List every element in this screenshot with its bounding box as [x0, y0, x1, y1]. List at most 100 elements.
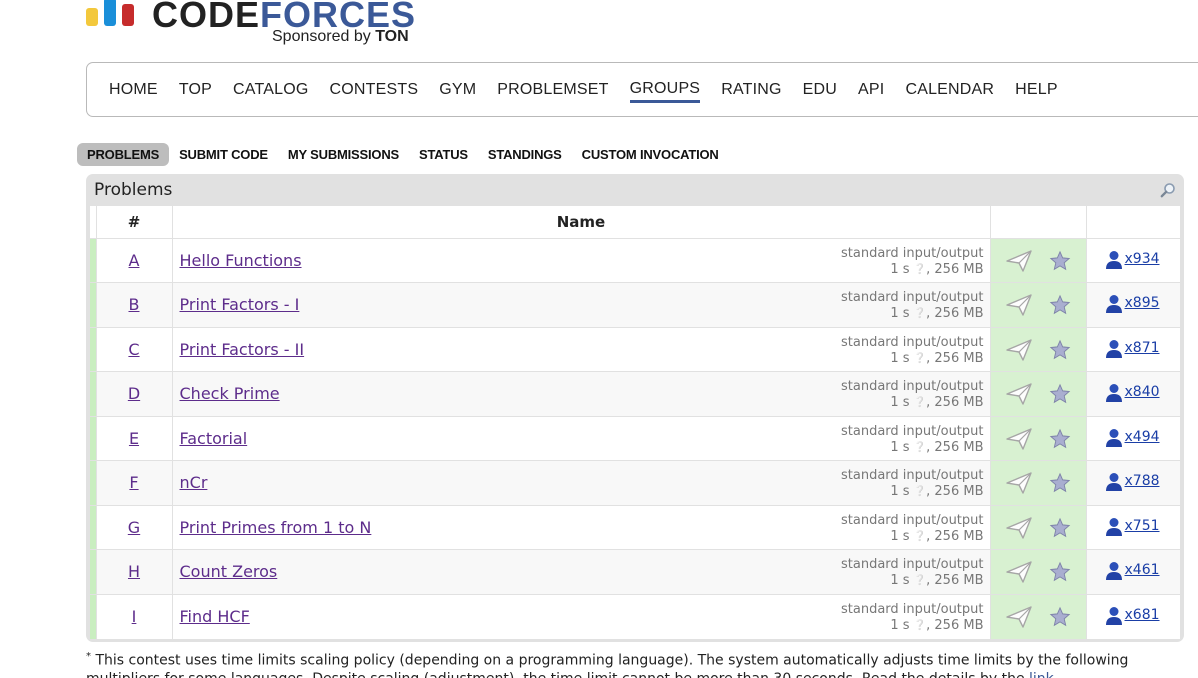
problem-name-link[interactable]: Print Primes from 1 to N — [180, 518, 372, 537]
menu-item-catalog[interactable]: CATALOG — [233, 78, 309, 102]
submit-paper-plane-icon[interactable] — [1005, 516, 1033, 544]
problem-name-link[interactable]: Print Factors - II — [180, 340, 305, 359]
tab-custom-invocation[interactable]: CUSTOM INVOCATION — [572, 143, 729, 166]
io-type: standard input/output — [841, 245, 984, 261]
codeforces-logo[interactable]: CODEFORCES Sponsored by TON — [86, 0, 446, 52]
help-question-icon[interactable]: ❔ — [914, 531, 926, 542]
submit-paper-plane-icon[interactable] — [1005, 605, 1033, 633]
solved-count-link[interactable]: x840 — [1125, 384, 1160, 400]
problem-index-link[interactable]: D — [128, 384, 140, 403]
problem-actions-cell — [989, 415, 1086, 461]
problem-index-link[interactable]: H — [128, 562, 140, 581]
problem-index-link[interactable]: A — [129, 251, 140, 270]
help-question-icon[interactable]: ❔ — [914, 264, 926, 275]
solved-count-link[interactable]: x895 — [1125, 295, 1160, 311]
help-question-icon[interactable]: ❔ — [914, 575, 926, 586]
submit-paper-plane-icon[interactable] — [1005, 382, 1033, 410]
details-link[interactable]: link — [1029, 671, 1054, 678]
problem-limits: standard input/output 1 s ❔, 256 MB — [841, 246, 984, 278]
favourite-star-icon[interactable] — [1049, 250, 1071, 276]
problem-limits: standard input/output 1 s ❔, 256 MB — [841, 335, 984, 367]
problem-actions-cell — [989, 282, 1086, 327]
tab-status[interactable]: STATUS — [409, 143, 478, 166]
solved-count-cell: x461 — [1085, 549, 1180, 594]
menu-item-contests[interactable]: CONTESTS — [330, 78, 419, 102]
menu-item-api[interactable]: API — [858, 78, 884, 102]
table-row: A Hello Functions standard input/output 1 s… — [90, 237, 1180, 283]
problem-name-link[interactable]: Factorial — [180, 429, 248, 448]
tab-submit-code[interactable]: SUBMIT CODE — [169, 143, 278, 166]
problem-index-link[interactable]: I — [132, 607, 137, 626]
solved-count-link[interactable]: x788 — [1125, 473, 1160, 489]
problem-name-cell: Print Factors - II standard input/output 1… — [171, 326, 990, 372]
menu-item-help[interactable]: HELP — [1015, 78, 1058, 102]
menu-item-calendar[interactable]: CALENDAR — [905, 78, 994, 102]
problem-name-link[interactable]: Print Factors - I — [180, 295, 300, 314]
problem-name-link[interactable]: Find HCF — [180, 607, 250, 626]
table-row: FnCr standard input/output 1 s ❔, 256 MB x7… — [90, 460, 1180, 505]
problem-name-link[interactable]: Hello Functions — [180, 251, 302, 270]
favourite-star-icon[interactable] — [1049, 428, 1071, 454]
submit-paper-plane-icon[interactable] — [1005, 471, 1033, 499]
problem-name-cell: Print Factors - I standard input/output 1 … — [171, 282, 990, 327]
solved-count-link[interactable]: x494 — [1125, 429, 1160, 445]
problem-index-link[interactable]: B — [129, 295, 140, 314]
magnifier-icon[interactable] — [1160, 182, 1176, 198]
help-question-icon[interactable]: ❔ — [914, 308, 926, 319]
submit-paper-plane-icon[interactable] — [1005, 560, 1033, 588]
favourite-star-icon[interactable] — [1049, 339, 1071, 365]
problem-index-link[interactable]: G — [128, 518, 140, 537]
time-memory-limit: 1 s ❔, 256 MB — [890, 306, 984, 321]
tab-standings[interactable]: STANDINGS — [478, 143, 572, 166]
favourite-star-icon[interactable] — [1049, 606, 1071, 632]
problem-name-link[interactable]: nCr — [180, 473, 208, 492]
solved-count-cell: x934 — [1085, 237, 1180, 283]
help-question-icon[interactable]: ❔ — [914, 620, 926, 631]
problem-index-link[interactable]: C — [128, 340, 139, 359]
favourite-star-icon[interactable] — [1049, 517, 1071, 543]
submit-paper-plane-icon[interactable] — [1005, 293, 1033, 321]
menu-item-edu[interactable]: EDU — [803, 78, 837, 102]
submit-paper-plane-icon[interactable] — [1005, 338, 1033, 366]
menu-item-home[interactable]: HOME — [109, 78, 158, 102]
menu-item-gym[interactable]: GYM — [439, 78, 476, 102]
problem-limits: standard input/output 1 s ❔, 256 MB — [841, 602, 984, 634]
problem-actions-cell — [989, 593, 1086, 639]
favourite-star-icon[interactable] — [1049, 383, 1071, 409]
tab-my-submissions[interactable]: MY SUBMISSIONS — [278, 143, 409, 166]
favourite-star-icon[interactable] — [1049, 561, 1071, 587]
favourite-star-icon[interactable] — [1049, 294, 1071, 320]
main-menu: HOME TOP CATALOG CONTESTS GYM PROBLEMSET GROUP… — [86, 62, 1198, 117]
header-index: # — [95, 206, 172, 238]
table-row: I Find HCF standard input/output 1 s ❔, 256… — [90, 593, 1180, 639]
time-scaling-footnote: * This contest uses time limits scaling … — [86, 648, 1176, 678]
problem-name-link[interactable]: Count Zeros — [180, 562, 278, 581]
solved-count-link[interactable]: x934 — [1125, 251, 1160, 267]
problem-name-link[interactable]: Check Prime — [180, 384, 280, 403]
problem-actions-cell — [989, 460, 1086, 505]
help-question-icon[interactable]: ❔ — [914, 486, 926, 497]
solved-count-link[interactable]: x751 — [1125, 518, 1160, 534]
menu-item-problemset[interactable]: PROBLEMSET — [497, 78, 608, 102]
submit-paper-plane-icon[interactable] — [1005, 427, 1033, 455]
help-question-icon[interactable]: ❔ — [914, 442, 926, 453]
menu-item-rating[interactable]: RATING — [721, 78, 781, 102]
problem-name-cell: Print Primes from 1 to N standard input/o… — [171, 504, 990, 550]
submit-paper-plane-icon[interactable] — [1005, 249, 1033, 277]
solved-count-link[interactable]: x681 — [1125, 607, 1160, 623]
help-question-icon[interactable]: ❔ — [914, 397, 926, 408]
time-memory-limit: 1 s ❔, 256 MB — [890, 350, 984, 366]
problem-index-link[interactable]: F — [129, 473, 138, 492]
header-actions — [989, 206, 1086, 238]
problem-index-link[interactable]: E — [129, 429, 139, 448]
solved-count-link[interactable]: x871 — [1125, 340, 1160, 356]
solved-count-link[interactable]: x461 — [1125, 562, 1160, 578]
tab-problems[interactable]: PROBLEMS — [77, 143, 170, 166]
table-row: G Print Primes from 1 to N standard input/… — [90, 504, 1180, 550]
help-question-icon[interactable]: ❔ — [914, 353, 926, 364]
menu-item-top[interactable]: TOP — [179, 78, 212, 102]
problem-index-cell: I — [95, 593, 172, 639]
time-memory-limit: 1 s ❔, 256 MB — [890, 439, 984, 455]
menu-item-groups[interactable]: GROUPS — [629, 77, 701, 103]
favourite-star-icon[interactable] — [1049, 472, 1071, 498]
